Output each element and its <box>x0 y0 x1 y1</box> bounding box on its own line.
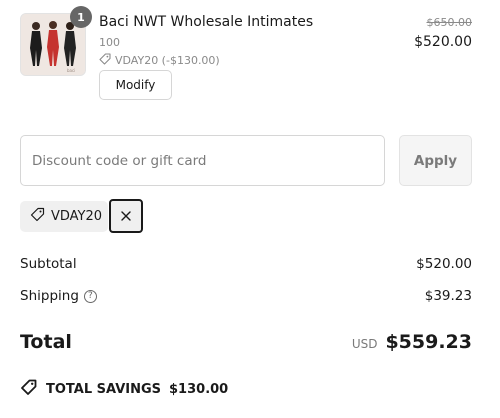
discount-code-input[interactable] <box>20 135 385 186</box>
savings-label: TOTAL SAVINGS <box>46 381 162 397</box>
quantity-badge: 1 <box>70 6 92 28</box>
total-value: $559.23 <box>385 331 472 353</box>
cart-line-item: baci 1 Baci NWT Wholesale Intimates 100 … <box>20 6 472 106</box>
help-icon[interactable]: ? <box>83 289 97 303</box>
tag-icon <box>99 53 111 68</box>
total-amount-group: USD $559.23 <box>352 331 472 353</box>
svg-text:baci: baci <box>67 68 75 73</box>
apply-button[interactable]: Apply <box>399 135 472 186</box>
tag-icon <box>30 207 45 226</box>
original-price: $650.00 <box>426 16 473 29</box>
close-icon <box>120 207 132 226</box>
item-discount-label: VDAY20 (-$130.00) <box>115 54 220 67</box>
total-label: Total <box>20 331 72 353</box>
product-name: Baci NWT Wholesale Intimates <box>99 14 314 30</box>
applied-discount-tag: VDAY20 <box>20 201 108 232</box>
subtotal-row: Subtotal $520.00 <box>20 254 472 274</box>
item-discount: VDAY20 (-$130.00) <box>99 53 220 68</box>
savings-value: $130.00 <box>169 381 229 397</box>
shipping-label: Shipping <box>20 288 79 304</box>
total-savings: TOTAL SAVINGS $130.00 <box>20 378 228 400</box>
product-variant: 100 <box>99 36 120 49</box>
applied-code-label: VDAY20 <box>51 209 103 224</box>
shipping-label-group: Shipping ? <box>20 288 97 304</box>
modify-button[interactable]: Modify <box>99 70 172 100</box>
shipping-row: Shipping ? $39.23 <box>20 286 472 306</box>
total-row: Total USD $559.23 <box>20 328 472 356</box>
currency-code: USD <box>351 337 378 351</box>
shipping-value: $39.23 <box>424 288 472 304</box>
subtotal-label: Subtotal <box>20 256 77 272</box>
savings-tag-icon <box>20 378 38 400</box>
remove-discount-button[interactable] <box>109 199 143 233</box>
item-price: $520.00 <box>414 34 472 50</box>
subtotal-value: $520.00 <box>416 256 472 272</box>
